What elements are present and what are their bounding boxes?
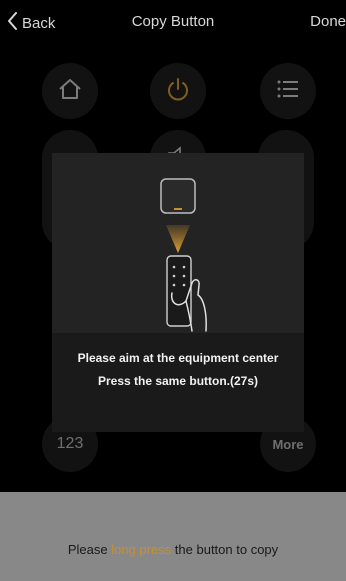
hint-suffix: the button to copy xyxy=(171,542,279,557)
aim-illustration xyxy=(52,153,304,333)
hint-bar: Please long press the button to copy xyxy=(0,492,346,581)
done-button[interactable]: Done xyxy=(310,13,346,30)
press-instruction: Press the same button.(27s) xyxy=(97,374,259,388)
aim-instruction: Please aim at the equipment center xyxy=(77,351,279,365)
page-title: Copy Button xyxy=(131,13,215,30)
hint-accent: long press xyxy=(111,542,172,557)
nav-header: Back Copy Button Done xyxy=(0,0,346,44)
hint-prefix: Please xyxy=(67,542,112,557)
hint-text: Please long press the button to copy xyxy=(0,542,346,557)
copy-dialog: Please aim at the equipment center Press… xyxy=(52,153,304,432)
